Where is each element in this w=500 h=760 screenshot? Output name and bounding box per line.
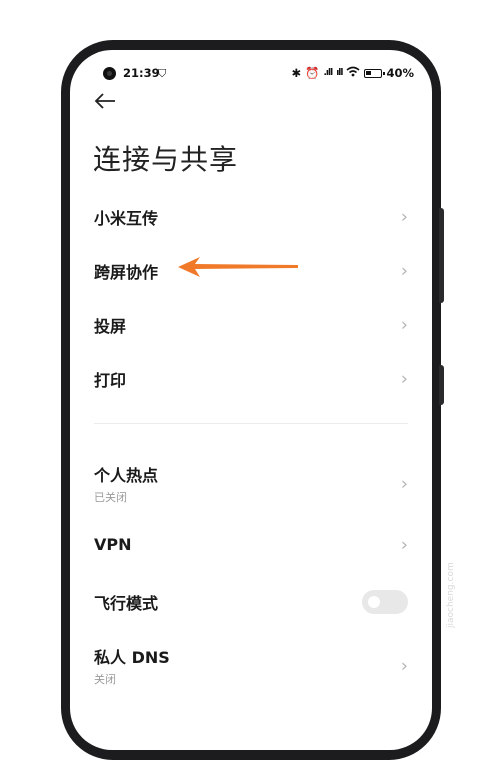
list-item-cast[interactable]: 投屏 › <box>94 313 408 337</box>
list-item-label: 打印 <box>94 371 127 390</box>
wifi-icon <box>346 66 360 80</box>
phone-screen: 21:39 ⛉ ✱ ⏰ .ıll ıll 40% 连接与共享 小米互传 › 跨屏… <box>70 50 432 750</box>
signal-icon: .ıll <box>323 68 334 78</box>
chevron-right-icon: › <box>400 260 408 282</box>
list-item-label: 飞行模式 <box>94 594 159 613</box>
chevron-right-icon: › <box>400 473 408 494</box>
volume-button <box>439 208 444 303</box>
list-item-print[interactable]: 打印 › <box>94 367 408 391</box>
list-item-status: 已关闭 <box>94 491 127 504</box>
chevron-right-icon: › <box>400 206 408 228</box>
chevron-right-icon: › <box>400 368 408 390</box>
list-item-label: VPN <box>94 535 132 554</box>
signal-icon-2: ıll <box>336 68 343 78</box>
chevron-right-icon: › <box>400 655 408 676</box>
watermark: jiaocheng.com <box>446 562 456 628</box>
annotation-arrow <box>178 257 298 277</box>
list-item-status: 关闭 <box>94 673 116 686</box>
arrow-left-icon <box>94 93 115 109</box>
shield-icon: ⛉ <box>158 67 167 80</box>
battery-icon <box>364 68 386 78</box>
list-item-vpn[interactable]: VPN › <box>94 534 408 555</box>
chevron-right-icon: › <box>400 314 408 336</box>
toggle-knob <box>368 596 380 608</box>
page-title: 连接与共享 <box>93 143 239 176</box>
list-item-label: 个人热点 <box>94 466 159 485</box>
status-time: 21:39 <box>123 66 160 80</box>
list-item-label: 小米互传 <box>94 209 159 228</box>
battery-percent: 40% <box>386 66 414 80</box>
front-camera <box>103 67 116 80</box>
power-button <box>439 365 444 405</box>
back-button[interactable] <box>94 92 116 114</box>
list-item-hotspot[interactable]: 个人热点 已关闭 › <box>94 462 408 505</box>
list-item-label: 投屏 <box>94 317 127 336</box>
list-item-label: 私人 DNS <box>94 648 170 667</box>
list-item-private-dns[interactable]: 私人 DNS 关闭 › <box>94 644 408 687</box>
chevron-right-icon: › <box>400 534 408 555</box>
airplane-mode-toggle[interactable] <box>362 590 408 614</box>
status-bar: 21:39 ⛉ ✱ ⏰ .ıll ıll 40% <box>70 65 432 83</box>
list-item-airplane-mode[interactable]: 飞行模式 <box>94 590 408 614</box>
status-icons: ✱ ⏰ .ıll ıll 40% <box>292 66 414 80</box>
alarm-icon: ⏰ <box>305 66 320 80</box>
list-item-xiaomi-share[interactable]: 小米互传 › <box>94 205 408 229</box>
bluetooth-icon: ✱ <box>291 66 302 80</box>
section-divider <box>94 423 408 424</box>
battery-fill <box>366 70 372 75</box>
